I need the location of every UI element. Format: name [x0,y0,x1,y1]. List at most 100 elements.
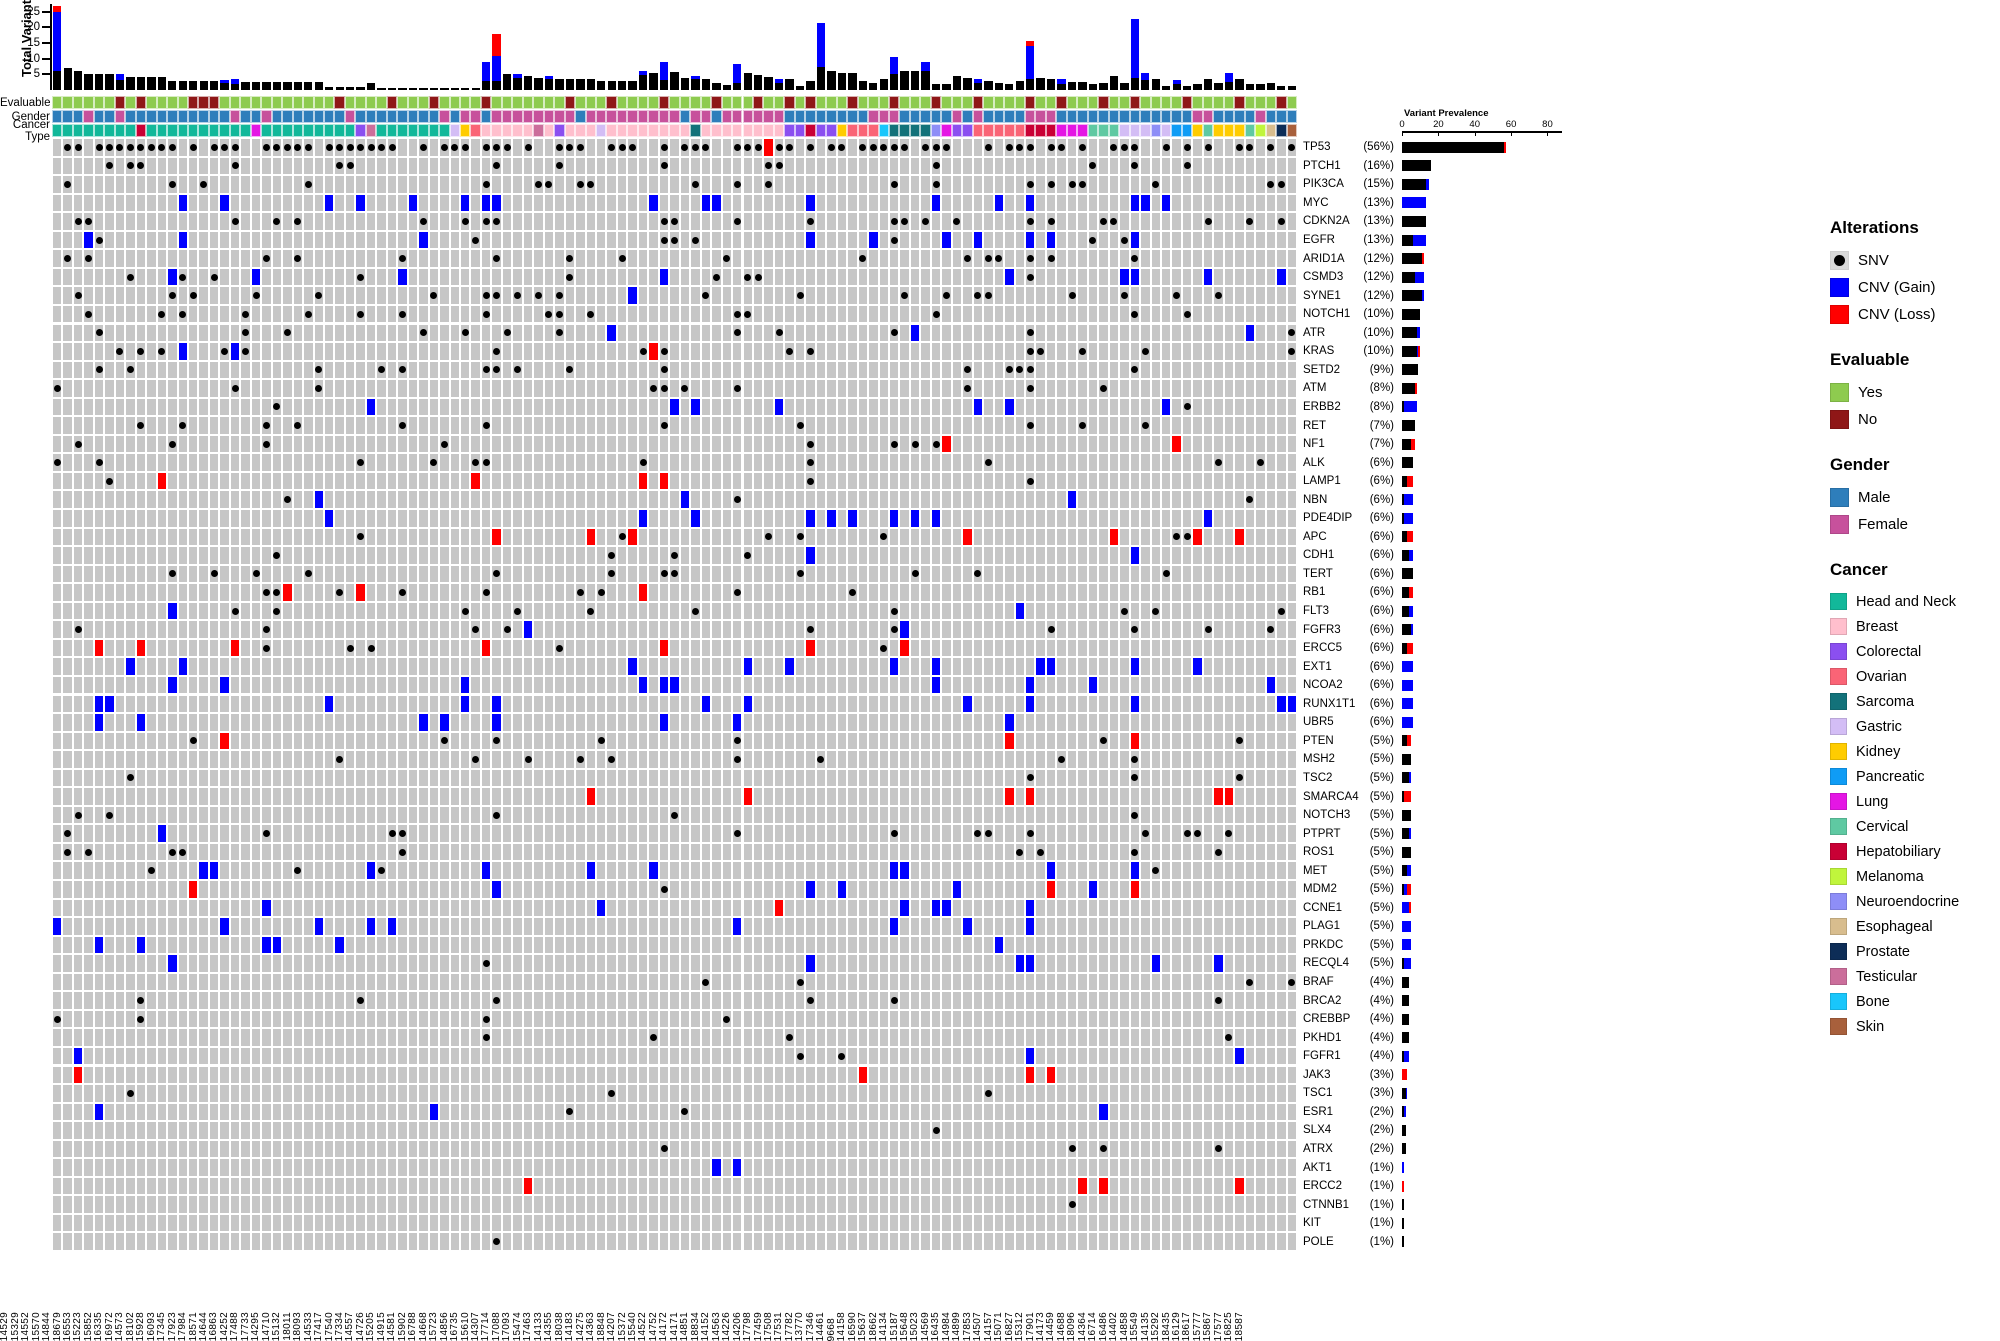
snv-marker [169,570,176,577]
annotation-cell [418,124,428,137]
matrix-cell [429,286,439,305]
matrix-cell [994,379,1004,398]
matrix-cell [334,361,344,380]
matrix-cell [251,602,261,621]
matrix-cell [899,324,909,343]
matrix-cell [178,231,188,250]
matrix-cell [1266,138,1276,157]
matrix-cell [1098,695,1108,714]
matrix-cell [240,361,250,380]
matrix-cell [397,602,407,621]
matrix-cell [1192,657,1202,676]
cnv-gain-marker [461,195,469,212]
matrix-cell [1255,546,1265,565]
matrix-cell [1276,138,1286,157]
matrix-cell [1056,472,1066,491]
annotation-cell [178,110,188,123]
matrix-cell [429,509,439,528]
matrix-cell [355,249,365,268]
snv-marker [368,645,375,652]
matrix-cell [554,602,564,621]
snv-marker [1131,311,1138,318]
matrix-cell [293,212,303,231]
matrix-cell [439,676,449,695]
matrix-cell [1140,157,1150,176]
matrix-cell [847,379,857,398]
matrix-cell [847,453,857,472]
cnv-gain-marker [660,677,668,694]
matrix-cell [230,732,240,751]
snv-marker [556,329,563,336]
top-bar [670,72,678,90]
matrix-cell [837,676,847,695]
matrix-cell [83,212,93,231]
matrix-cell [1234,249,1244,268]
matrix-cell [481,490,491,509]
matrix-cell [732,509,742,528]
top-bar [1173,80,1181,90]
top-bar [1225,73,1233,91]
cnv-gain-marker [649,195,657,212]
annotation-cell [1067,110,1077,123]
matrix-cell [314,286,324,305]
matrix-cell [1255,268,1265,287]
matrix-cell [816,528,826,547]
matrix-cell [73,620,83,639]
matrix-cell [470,490,480,509]
top-bar [1288,86,1296,90]
matrix-cell [879,713,889,732]
matrix-cell [1287,620,1297,639]
matrix-cell [1255,286,1265,305]
matrix-cell [334,194,344,213]
matrix-cell [198,305,208,324]
matrix-cell [920,194,930,213]
matrix-cell [638,602,648,621]
snv-marker [587,311,594,318]
matrix-cell [586,713,596,732]
matrix-cell [387,509,397,528]
matrix-cell [816,194,826,213]
matrix-cell [1287,212,1297,231]
matrix-cell [219,639,229,658]
snv-marker [640,348,647,355]
matrix-cell [251,175,261,194]
matrix-cell [272,324,282,343]
matrix-cell [983,639,993,658]
matrix-cell [1255,342,1265,361]
snv-marker [880,533,887,540]
matrix-cell [554,639,564,658]
matrix-cell [784,453,794,472]
matrix-cell [73,212,83,231]
matrix-cell [690,157,700,176]
matrix-cell [659,157,669,176]
matrix-cell [774,546,784,565]
matrix-cell [743,194,753,213]
snv-marker [472,459,479,466]
matrix-cell [1171,435,1181,454]
matrix-cell [1046,268,1056,287]
matrix-cell [512,732,522,751]
matrix-cell [62,342,72,361]
matrix-cell [565,361,575,380]
matrix-cell [481,305,491,324]
cnv-gain-marker [1193,658,1201,675]
snv-marker [1079,144,1086,151]
top-bar [64,68,72,90]
matrix-cell [533,620,543,639]
matrix-cell [994,676,1004,695]
matrix-cell [397,565,407,584]
matrix-cell [387,583,397,602]
matrix-cell [366,509,376,528]
cnv-gain-marker [995,195,1003,212]
matrix-cell [125,324,135,343]
matrix-cell [669,602,679,621]
matrix-cell [554,175,564,194]
matrix-cell [920,453,930,472]
matrix-cell [868,695,878,714]
matrix-cell [512,657,522,676]
annotation-cell [188,110,198,123]
matrix-cell [994,528,1004,547]
matrix-cell [115,175,125,194]
matrix-cell [418,324,428,343]
matrix-cell [606,546,616,565]
